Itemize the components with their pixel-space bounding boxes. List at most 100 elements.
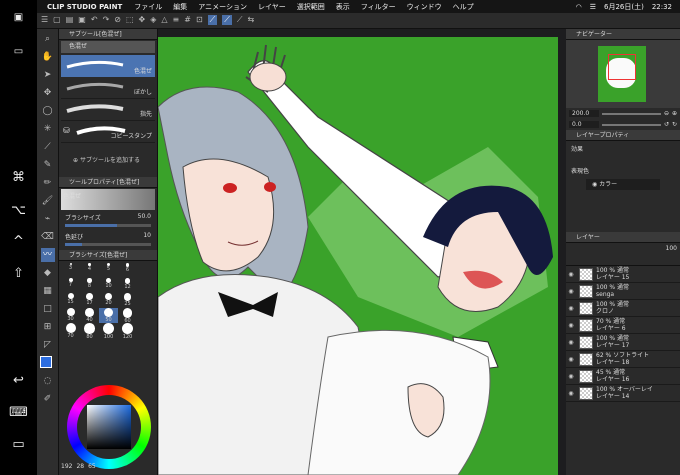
stroke-b-icon[interactable]: ⟋ (222, 15, 232, 25)
brush-size-50[interactable]: 50 (99, 308, 118, 323)
subtool-item-blur[interactable]: ぼかし (61, 77, 155, 99)
menu-layer[interactable]: レイヤー (258, 2, 286, 12)
brush-size-70[interactable]: 70 (61, 323, 80, 339)
eye-icon[interactable]: ◉ (566, 373, 576, 380)
snap-icon[interactable]: ≡ (173, 15, 180, 25)
wifi-icon[interactable]: ◠ (576, 3, 582, 11)
hide-sidebar-icon[interactable]: ▭ (0, 437, 37, 452)
brush-size-slider[interactable] (65, 224, 117, 227)
brush-size-60[interactable]: 60 (118, 308, 137, 324)
brush-size-4[interactable]: 4 (80, 263, 99, 278)
color-wheel[interactable] (67, 385, 151, 469)
brush-size-25[interactable]: 25 (118, 293, 137, 308)
stroke-a-icon[interactable]: ⟋ (207, 15, 218, 25)
app-menu[interactable]: CLIP STUDIO PAINT (47, 3, 122, 11)
gradient-tool-icon[interactable]: ▦ (41, 284, 55, 298)
clock-date[interactable]: 6月26日(土) (604, 2, 644, 12)
eye-icon[interactable]: ◉ (566, 271, 576, 278)
color-stretch-row[interactable]: 色延び 10 (59, 230, 157, 243)
rotate-right-icon[interactable]: ↻ (672, 121, 677, 128)
brush-size-80[interactable]: 80 (80, 323, 99, 340)
zoom-in-icon[interactable]: ⊕ (672, 110, 677, 117)
brush-size-40[interactable]: 40 (80, 308, 99, 323)
zoom-out-icon[interactable]: ⊖ (664, 110, 669, 117)
eye-icon[interactable]: ◉ (566, 305, 576, 312)
brush-size-6[interactable]: 6 (118, 263, 137, 278)
brush-size-15[interactable]: 15 (61, 293, 80, 308)
wand-tool-icon[interactable]: ✳ (41, 122, 55, 136)
correct-line-tool-icon[interactable]: ✐ (41, 392, 55, 406)
angle-slider[interactable] (602, 123, 661, 126)
clock-time[interactable]: 22:32 (652, 3, 672, 11)
selection-icon[interactable]: ⬚ (126, 15, 134, 25)
fill-tool-icon[interactable]: ◆ (41, 266, 55, 280)
subtool-tab[interactable]: 色混ぜ (61, 41, 155, 53)
control-key[interactable]: ^ (0, 234, 37, 249)
redo-icon[interactable]: ↷ (103, 15, 110, 25)
subtool-item-blend[interactable]: 色混ぜ (61, 55, 155, 77)
ruler-icon[interactable]: △ (161, 15, 167, 25)
eye-icon[interactable]: ◉ (566, 356, 576, 363)
shift-key[interactable]: ⇧ (0, 266, 37, 281)
rotate-left-icon[interactable]: ↺ (664, 121, 669, 128)
frame-tool-icon[interactable]: ⊞ (41, 320, 55, 334)
main-color-swatch[interactable] (40, 356, 52, 368)
color-stretch-slider[interactable] (65, 243, 83, 246)
transform-icon[interactable]: ✥ (139, 15, 146, 25)
ruler-tool-icon[interactable]: ◸ (41, 338, 55, 352)
brush-size-row[interactable]: ブラシサイズ 50.0 (59, 211, 157, 224)
menu-help[interactable]: ヘルプ (453, 2, 474, 12)
canvas[interactable] (158, 37, 558, 475)
brush-size-20[interactable]: 20 (99, 293, 118, 308)
layer-row[interactable]: ◉ 45 % 通常 レイヤー 16 (566, 368, 680, 385)
eyedropper-tool-icon[interactable]: ⟋ (41, 140, 55, 154)
brush-size-value[interactable]: 50.0 (138, 213, 151, 222)
color-stretch-value[interactable]: 10 (143, 232, 151, 241)
menu-edit[interactable]: 編集 (173, 2, 187, 12)
grid-icon[interactable]: # (184, 15, 191, 25)
pen-tool-icon[interactable]: ✎ (41, 158, 55, 172)
menu-selection[interactable]: 選択範囲 (297, 2, 325, 12)
save-icon[interactable]: ▣ (78, 15, 86, 25)
airbrush-tool-icon[interactable]: ⌁ (41, 212, 55, 226)
zoom-value[interactable]: 200.0 (569, 110, 599, 117)
pencil-tool-icon[interactable]: ✏ (41, 176, 55, 190)
mirror-icon[interactable]: ⇆ (247, 15, 254, 25)
brush-size-100[interactable]: 100 (99, 323, 118, 340)
menu-animation[interactable]: アニメーション (198, 2, 247, 12)
eraser-tool-icon[interactable]: ⌫ (41, 230, 55, 244)
layer-row[interactable]: ◉ 100 % 通常 クロノ (566, 300, 680, 317)
control-center-icon[interactable]: ☰ (590, 3, 596, 11)
brush-size-30[interactable]: 30 (61, 308, 80, 323)
layer-row[interactable]: ◉ 100 % 通常 レイヤー 17 (566, 334, 680, 351)
display-icon[interactable]: ▭ (0, 46, 37, 57)
add-subtool-button[interactable]: ⊕ サブツールを追加する (61, 155, 155, 167)
layer-row[interactable]: ◉ 100 % オーバーレイ レイヤー 14 (566, 385, 680, 402)
angle-value[interactable]: 0.0 (569, 121, 599, 128)
fill-icon[interactable]: ◈ (150, 15, 156, 25)
subtool-item-clone[interactable]: ⛁ コピースタンプ (61, 121, 155, 143)
brush-size-8[interactable]: 8 (80, 278, 99, 293)
zoom-slider[interactable] (602, 112, 661, 115)
option-key[interactable]: ⌥ (0, 203, 37, 218)
hand-tool-icon[interactable]: ✋ (41, 50, 55, 64)
navigator-preview[interactable] (566, 40, 680, 108)
menu-icon[interactable]: ☰ (41, 15, 48, 25)
zoom-tool-icon[interactable]: ⌕ (41, 32, 55, 46)
brush-size-5[interactable]: 5 (99, 263, 118, 278)
brush-tool-icon[interactable]: 🖌 (41, 194, 55, 208)
brush-size-10[interactable]: 10 (99, 278, 118, 293)
color-mode-select[interactable]: ◉ カラー (586, 179, 660, 190)
brush-size-7[interactable]: 7 (61, 278, 80, 293)
eye-icon[interactable]: ◉ (566, 322, 576, 329)
undo-icon[interactable]: ↶ (91, 15, 98, 25)
operation-tool-icon[interactable]: ➤ (41, 68, 55, 82)
menu-file[interactable]: ファイル (134, 2, 162, 12)
menu-view[interactable]: 表示 (336, 2, 350, 12)
screen-icon[interactable]: ▣ (0, 12, 37, 23)
balloon-tool-icon[interactable]: ◌ (41, 374, 55, 388)
stroke-c-icon[interactable]: ⟋ (237, 15, 243, 25)
subtool-item-finger[interactable]: 指先 (61, 99, 155, 121)
layer-row[interactable]: ◉ 70 % 通常 レイヤー 6 (566, 317, 680, 334)
eye-icon[interactable]: ◉ (566, 390, 576, 397)
